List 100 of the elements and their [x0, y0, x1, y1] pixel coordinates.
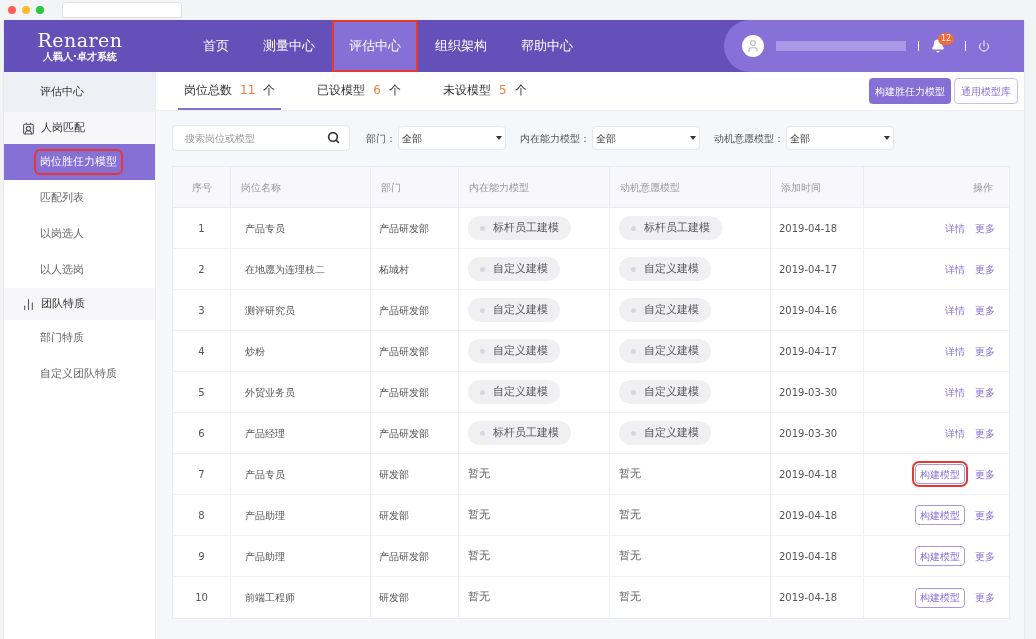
table-cell-text: 产品研发部	[379, 221, 429, 236]
table-cell-text: 4	[198, 344, 205, 359]
column-header: 序号	[191, 180, 212, 195]
table-cell-text: 前端工程师	[245, 591, 295, 605]
model-tag: 自定义建模	[468, 297, 560, 323]
action-link[interactable]: 更多	[975, 384, 995, 400]
sidebar-header: 评估中心	[4, 72, 155, 112]
table-cell-text: 在地愿为连理枝二	[245, 262, 325, 277]
model-tag: 自定义建模	[468, 379, 560, 405]
model-tag: 标杆员工建模	[468, 420, 571, 446]
maximize-window-icon[interactable]	[36, 6, 44, 14]
action-link[interactable]: 更多	[975, 590, 995, 605]
logo-subtitle: 人羁人·卓才系统	[43, 51, 117, 62]
action-link[interactable]: 更多	[975, 302, 995, 318]
action-link[interactable]: 详情	[945, 343, 965, 359]
action-link[interactable]: 更多	[975, 343, 995, 359]
nav-tab[interactable]: 测量中心	[246, 20, 332, 72]
action-link[interactable]: 更多	[975, 220, 995, 236]
filter-label: 动机意愿模型：	[714, 131, 784, 146]
filter-label: 部门：	[366, 131, 396, 146]
sidebar-item[interactable]: 以人选岗	[4, 252, 155, 288]
nav-tab[interactable]: 首页	[186, 20, 246, 72]
table-cell-text: 炒粉	[245, 344, 265, 359]
close-window-icon[interactable]	[8, 6, 16, 14]
table-cell-text: 2019-04-17	[779, 344, 838, 359]
action-link[interactable]: 更多	[975, 507, 995, 523]
minimize-window-icon[interactable]	[22, 6, 30, 14]
empty-model-text: 暂无	[468, 547, 490, 564]
model-tag: 自定义建模	[619, 297, 711, 323]
search-field[interactable]: 搜索岗位或模型	[172, 125, 350, 151]
column-header: 动机意愿模型	[620, 180, 680, 195]
nav-tab[interactable]: 帮助中心	[504, 20, 590, 72]
build-model-button[interactable]: 构建胜任力模型	[869, 78, 951, 104]
sidebar-item[interactable]: 自定义团队特质	[4, 356, 155, 392]
action-link[interactable]: 详情	[945, 384, 965, 400]
team-icon	[22, 297, 35, 311]
action-link[interactable]: 详情	[945, 302, 965, 318]
build-model-button[interactable]: 构建模型	[915, 464, 965, 484]
table-cell-text: 产品经理	[245, 426, 285, 441]
sidebar-item-label: 以岗选人	[39, 225, 85, 242]
action-link[interactable]: 更多	[975, 548, 995, 564]
table-cell-text: 1	[198, 221, 205, 236]
avatar-icon[interactable]	[742, 35, 764, 57]
filter-dropdown[interactable]: 全部	[786, 126, 894, 150]
action-link[interactable]: 详情	[945, 220, 965, 236]
empty-model-text: 暂无	[468, 465, 490, 482]
table-cell-text: 产品助理	[245, 508, 285, 523]
table-cell-text: 产品研发部	[379, 344, 429, 359]
count-tab[interactable]: 已设模型 6 个	[311, 72, 407, 110]
table-cell-text: 2019-04-17	[779, 262, 838, 277]
sidebar-item[interactable]: 匹配列表	[4, 180, 155, 216]
table-cell-text: 2	[198, 262, 205, 277]
build-model-button[interactable]: 构建模型	[915, 587, 965, 608]
filter-dropdown[interactable]: 全部	[592, 126, 700, 150]
table-cell-text: 2019-04-18	[779, 508, 838, 523]
empty-model-text: 暂无	[619, 589, 641, 606]
column-header: 添加时间	[781, 180, 821, 195]
sidebar-item[interactable]: 部门特质	[4, 320, 155, 356]
sidebar-item-label: 自定义团队特质	[39, 365, 118, 382]
table-cell-text: 6	[198, 426, 205, 441]
model-tag: 自定义建模	[619, 420, 711, 446]
logout-icon[interactable]	[978, 40, 990, 52]
action-link[interactable]: 更多	[975, 261, 995, 277]
table-cell-text: 外贸业务员	[245, 385, 295, 400]
table-cell-text: 产品研发部	[379, 426, 429, 441]
action-link[interactable]: 更多	[975, 425, 995, 441]
table-cell-text: 产品研发部	[379, 303, 429, 318]
build-model-button[interactable]: 构建模型	[915, 505, 965, 525]
sidebar-item[interactable]: 岗位胜任力模型	[4, 144, 155, 180]
table-cell-text: 9	[198, 549, 205, 564]
dropdown-caret-icon	[496, 136, 502, 140]
filter-dropdown[interactable]: 全部	[398, 126, 506, 150]
notification-bell-icon[interactable]	[931, 39, 945, 53]
table-cell-text: 2019-04-18	[779, 549, 838, 564]
table-cell-text: 产品研发部	[379, 385, 429, 400]
action-link[interactable]: 详情	[945, 425, 965, 441]
column-header: 岗位名称	[241, 180, 281, 195]
table-cell-text: 测评研究员	[245, 303, 295, 318]
model-library-button[interactable]: 通用模型库	[954, 78, 1018, 104]
table-cell-text: 7	[198, 467, 205, 482]
column-header: 内在能力模型	[469, 180, 529, 195]
sidebar-item-label: 匹配列表	[39, 189, 85, 206]
nav-tab[interactable]: 评估中心	[332, 20, 418, 72]
count-tab[interactable]: 未设模型 5 个	[436, 72, 533, 110]
sidebar-item-label: 部门特质	[39, 329, 85, 346]
sidebar-item[interactable]: 以岗选人	[4, 216, 155, 252]
table-cell-text: 8	[198, 508, 205, 523]
model-tag: 自定义建模	[468, 338, 560, 364]
sidebar-item-label: 岗位胜任力模型	[36, 150, 121, 174]
build-model-button[interactable]: 构建模型	[915, 546, 965, 566]
model-tag: 标杆员工建模	[619, 215, 722, 241]
action-link[interactable]: 详情	[945, 261, 965, 277]
action-link[interactable]: 更多	[975, 466, 995, 482]
count-tab[interactable]: 岗位总数 11 个	[178, 72, 282, 110]
table-cell-text: 2019-04-18	[779, 221, 838, 236]
nav-tab[interactable]: 组织架构	[418, 20, 504, 72]
filter-label: 内在能力模型：	[520, 131, 590, 146]
search-icon[interactable]	[327, 131, 340, 144]
column-header: 部门	[381, 180, 401, 195]
dropdown-caret-icon	[884, 136, 890, 140]
